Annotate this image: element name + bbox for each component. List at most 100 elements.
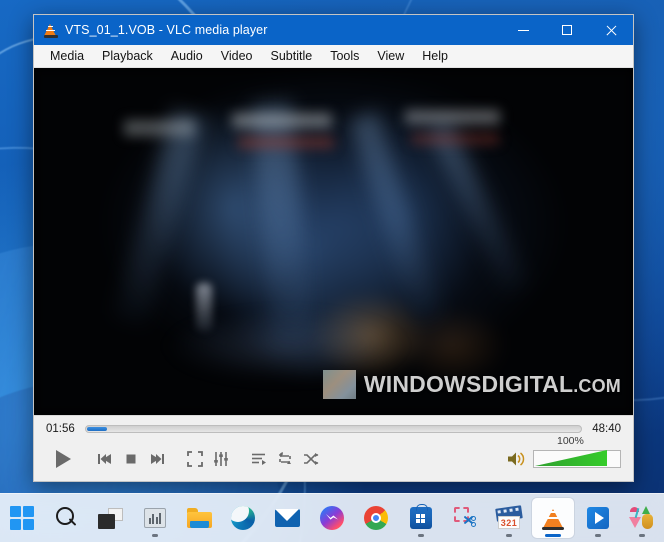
title-bar[interactable]: VTS_01_1.VOB - VLC media player — [34, 15, 633, 45]
stop-icon — [126, 454, 136, 464]
menu-item-video[interactable]: Video — [212, 47, 262, 66]
taskbar: 321 — [0, 493, 664, 542]
random-button[interactable] — [298, 446, 324, 472]
taskbar-item-microsoft-store[interactable] — [399, 498, 441, 538]
maximize-icon — [562, 25, 572, 35]
previous-icon — [98, 454, 111, 464]
vlc-cone-icon — [541, 506, 565, 530]
transport-buttons-row: 100% — [34, 435, 633, 481]
tropical-drink-icon — [629, 506, 654, 530]
taskbar-item-search[interactable] — [45, 498, 87, 538]
minimize-icon — [517, 29, 529, 31]
volume-track — [533, 450, 621, 468]
play-icon — [55, 450, 71, 468]
shuffle-icon — [304, 453, 319, 465]
volume-slider[interactable]: 100% — [533, 435, 621, 468]
messenger-icon — [319, 506, 344, 530]
play-button[interactable] — [46, 445, 80, 473]
menu-item-audio[interactable]: Audio — [162, 47, 212, 66]
taskbar-item-file-explorer[interactable] — [178, 498, 220, 538]
active-indicator — [545, 534, 562, 537]
taskbar-item-widgets[interactable] — [134, 498, 176, 538]
watermark-text-part2: DIGITAL — [481, 371, 574, 397]
stage-banner — [237, 137, 334, 149]
movies-tv-icon — [586, 507, 609, 529]
taskbar-item-chrome[interactable] — [355, 498, 397, 538]
window-controls — [501, 15, 633, 45]
taskbar-item-mail[interactable] — [267, 498, 309, 538]
menu-item-help[interactable]: Help — [413, 47, 457, 66]
close-icon — [605, 24, 617, 36]
next-icon — [151, 454, 164, 464]
playlist-icon — [252, 453, 266, 465]
running-indicator — [417, 534, 424, 537]
taskbar-item-snipping-tool[interactable] — [444, 498, 486, 538]
title-bar-left: VTS_01_1.VOB - VLC media player — [34, 23, 268, 38]
taskbar-item-start[interactable] — [1, 498, 43, 538]
video-editor-icon: 321 — [495, 505, 523, 529]
running-indicator — [594, 534, 601, 537]
running-indicator — [506, 534, 513, 537]
menu-item-tools[interactable]: Tools — [321, 47, 368, 66]
speaker-icon[interactable] — [507, 450, 527, 468]
stage-performer — [195, 283, 212, 332]
volume-fill — [535, 450, 607, 466]
equalizer-icon — [214, 452, 228, 466]
menu-item-view[interactable]: View — [368, 47, 413, 66]
maximize-button[interactable] — [545, 15, 589, 45]
taskbar-item-movies-tv[interactable] — [576, 498, 618, 538]
volume-label: 100% — [557, 435, 584, 447]
seek-row: 01:56 48:40 — [34, 416, 633, 441]
loop-button[interactable] — [272, 446, 298, 472]
minimize-button[interactable] — [501, 15, 545, 45]
taskbar-item-tropical-app[interactable] — [621, 498, 663, 538]
running-indicator — [151, 534, 158, 537]
taskbar-item-edge[interactable] — [222, 498, 264, 538]
previous-button[interactable] — [92, 446, 118, 472]
menu-item-subtitle[interactable]: Subtitle — [262, 47, 322, 66]
volume-control: 100% — [507, 435, 621, 470]
widgets-icon — [143, 508, 166, 528]
total-time: 48:40 — [592, 422, 621, 435]
window-title: VTS_01_1.VOB - VLC media player — [65, 23, 268, 37]
taskbar-item-video-editor[interactable]: 321 — [488, 498, 530, 538]
menu-item-playback[interactable]: Playback — [93, 47, 162, 66]
stage-banner — [411, 133, 500, 144]
search-icon — [54, 506, 78, 530]
elapsed-time: 01:56 — [46, 422, 75, 435]
watermark-text: WINDOWSDIGITAL.COM — [364, 371, 621, 398]
edge-icon — [231, 506, 256, 530]
watermark-logo-icon — [322, 370, 356, 399]
player-controls: 01:56 48:40 100% — [34, 415, 633, 481]
taskbar-item-messenger[interactable] — [311, 498, 353, 538]
taskbar-item-task-view[interactable] — [90, 498, 132, 538]
taskbar-item-vlc[interactable] — [532, 498, 575, 538]
extended-settings-button[interactable] — [208, 446, 234, 472]
loop-icon — [279, 452, 291, 464]
vlc-media-player-window: VTS_01_1.VOB - VLC media player Media Pl… — [33, 14, 634, 482]
next-button[interactable] — [144, 446, 170, 472]
video-editor-badge: 321 — [498, 516, 521, 529]
running-indicator — [638, 534, 645, 537]
seek-progress-fill — [86, 426, 107, 431]
seek-slider[interactable] — [84, 424, 583, 433]
store-icon — [409, 503, 432, 529]
playlist-button[interactable] — [246, 446, 272, 472]
close-button[interactable] — [589, 15, 633, 45]
menu-item-media[interactable]: Media — [41, 47, 93, 66]
video-display[interactable]: WINDOWSDIGITAL.COM — [34, 68, 633, 415]
task-view-icon — [98, 507, 124, 529]
stop-button[interactable] — [118, 446, 144, 472]
fullscreen-icon — [187, 451, 203, 467]
snipping-tool-icon — [453, 506, 477, 530]
watermark-text-part1: WINDOWS — [363, 371, 482, 397]
fullscreen-button[interactable] — [182, 446, 208, 472]
menu-bar: Media Playback Audio Video Subtitle Tool… — [34, 45, 633, 68]
screen: VTS_01_1.VOB - VLC media player Media Pl… — [0, 0, 664, 542]
watermark: WINDOWSDIGITAL.COM — [322, 370, 621, 399]
watermark-text-part3: .COM — [573, 376, 621, 396]
folder-icon — [186, 508, 212, 528]
stage-banner — [405, 109, 501, 124]
stage-banner — [123, 120, 194, 137]
windows-start-icon — [9, 505, 35, 531]
